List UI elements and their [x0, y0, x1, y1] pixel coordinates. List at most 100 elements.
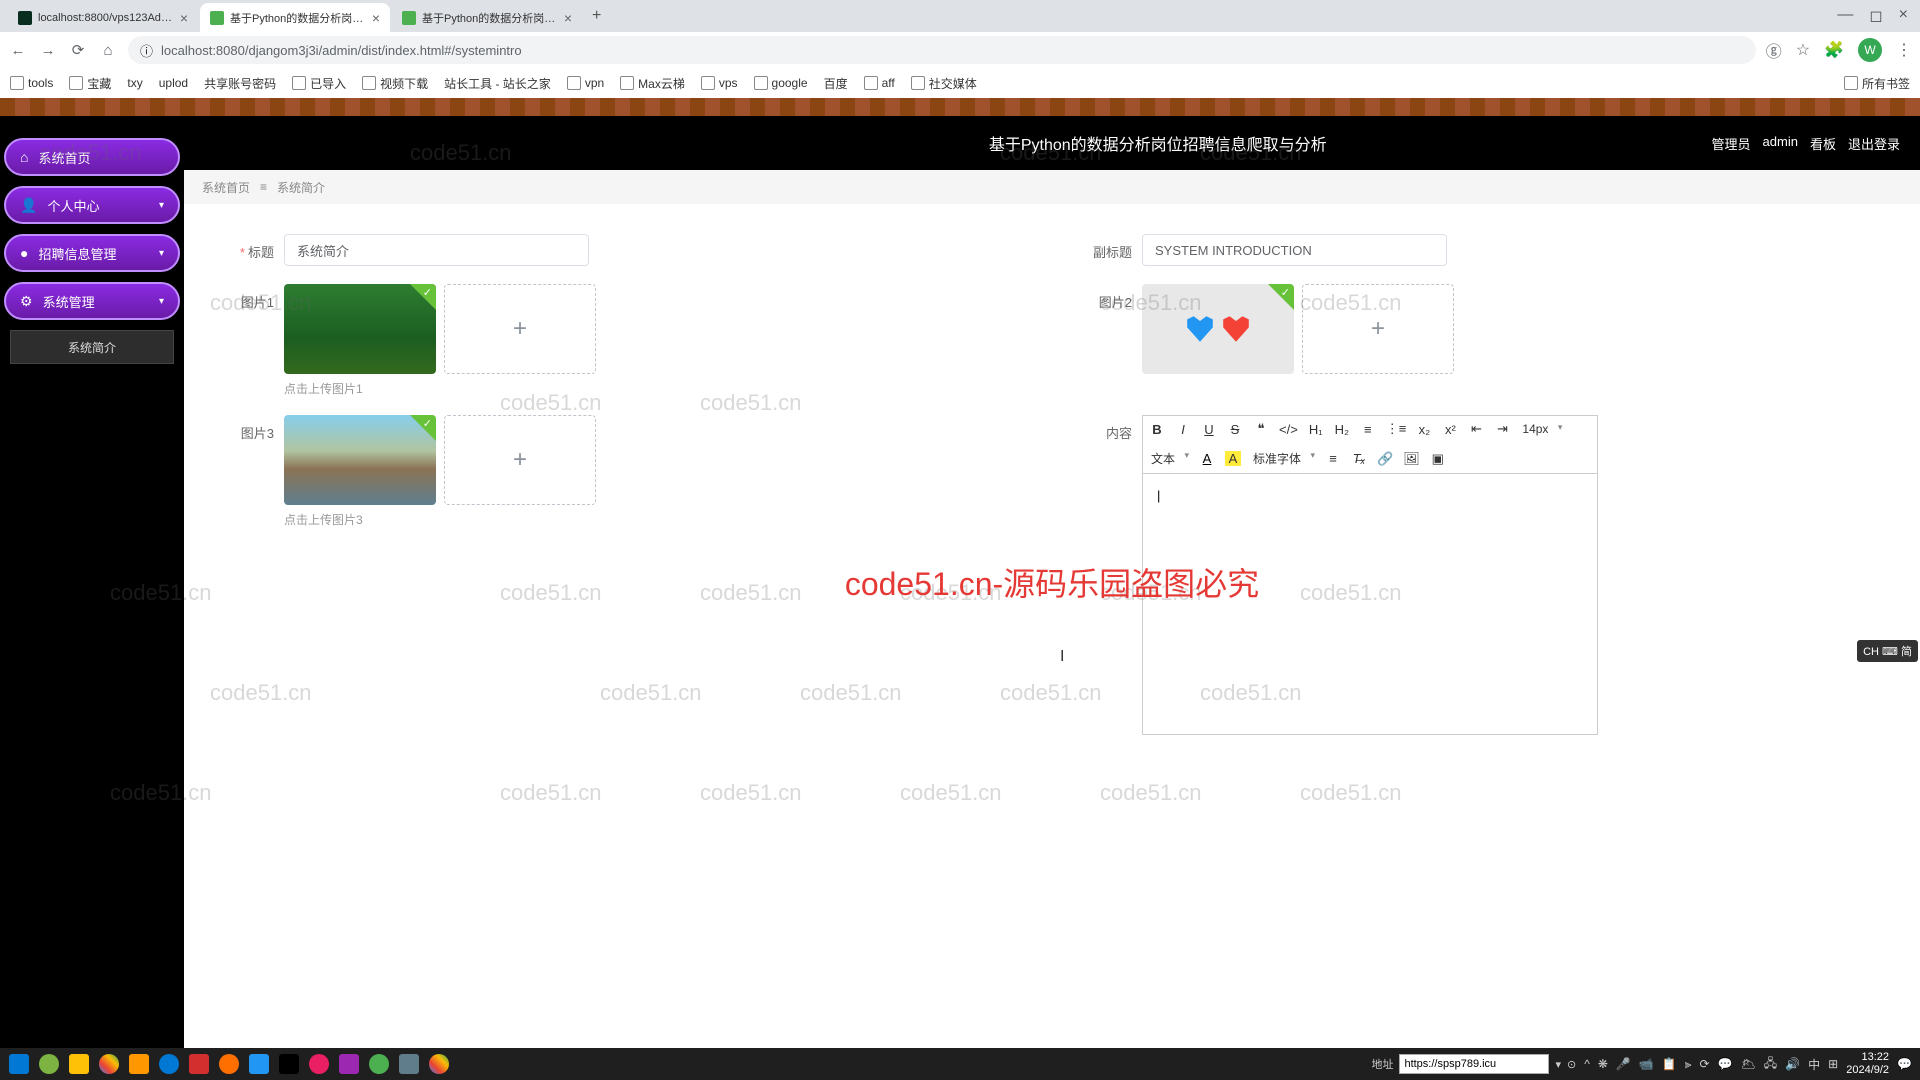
- profile-avatar[interactable]: W: [1858, 38, 1882, 62]
- style-select[interactable]: 文本: [1149, 448, 1189, 469]
- ime-indicator[interactable]: CH ⌨ 简: [1857, 640, 1918, 662]
- sidebar-item-system[interactable]: ⚙ 系统管理 ▾: [4, 282, 180, 320]
- title-input[interactable]: [284, 234, 589, 266]
- fontcolor-button[interactable]: A: [1199, 451, 1215, 466]
- taskbar-app[interactable]: [154, 1050, 184, 1078]
- bookmark-item[interactable]: tools: [10, 76, 53, 90]
- taskbar-app[interactable]: [34, 1050, 64, 1078]
- bookmark-item[interactable]: 共享账号密码: [204, 75, 276, 92]
- indent-button[interactable]: ⇤: [1468, 421, 1484, 437]
- browser-tab-0[interactable]: localhost:8800/vps123Admin ×: [8, 3, 198, 33]
- image1-thumbnail[interactable]: ✓: [284, 284, 436, 374]
- forward-icon[interactable]: →: [38, 42, 58, 59]
- taskbar-app[interactable]: [274, 1050, 304, 1078]
- bookmark-item[interactable]: vpn: [567, 76, 604, 90]
- bookmark-item[interactable]: google: [754, 76, 808, 90]
- taskbar-app[interactable]: [94, 1050, 124, 1078]
- tab-close-icon[interactable]: ×: [372, 10, 380, 26]
- tab-close-icon[interactable]: ×: [180, 10, 188, 26]
- clock[interactable]: 13:22 2024/9/2: [1846, 1051, 1889, 1077]
- link-button[interactable]: 🔗: [1377, 451, 1393, 467]
- network-icon[interactable]: 🖧: [1764, 1054, 1777, 1075]
- sidebar-item-jobs[interactable]: ● 招聘信息管理 ▾: [4, 234, 180, 272]
- bookmark-item[interactable]: Max云梯: [620, 75, 685, 92]
- tray-icon[interactable]: ⊞: [1828, 1057, 1838, 1071]
- video-button[interactable]: ▣: [1430, 451, 1446, 467]
- subscript-button[interactable]: x₂: [1416, 422, 1432, 437]
- sidebar-item-profile[interactable]: 👤 个人中心 ▾: [4, 186, 180, 224]
- tray-icon[interactable]: 📹: [1639, 1057, 1654, 1071]
- image3-upload-button[interactable]: +: [444, 415, 596, 505]
- start-button[interactable]: [4, 1050, 34, 1078]
- fontsize-select[interactable]: 14px: [1520, 420, 1562, 438]
- bookmark-item[interactable]: 宝藏: [69, 75, 111, 92]
- kanban-link[interactable]: 看板: [1810, 134, 1836, 153]
- clear-format-button[interactable]: T̶ₓ: [1351, 451, 1367, 466]
- bookmark-star-icon[interactable]: ☆: [1796, 40, 1810, 60]
- browser-tab-2[interactable]: 基于Python的数据分析岗位招 ×: [392, 3, 582, 33]
- new-tab-button[interactable]: +: [584, 3, 609, 29]
- tray-icon[interactable]: 🌥: [1741, 1057, 1756, 1071]
- taskbar-app[interactable]: [424, 1050, 454, 1078]
- h1-button[interactable]: H₁: [1308, 422, 1324, 437]
- tray-up-icon[interactable]: ^: [1584, 1057, 1590, 1071]
- bookmark-item[interactable]: 视频下载: [362, 75, 428, 92]
- breadcrumb-home[interactable]: 系统首页: [202, 179, 250, 196]
- home-icon[interactable]: ⌂: [98, 42, 118, 59]
- notifications-icon[interactable]: 💬: [1897, 1057, 1912, 1071]
- tray-icon[interactable]: 💬: [1718, 1057, 1733, 1071]
- ul-button[interactable]: ⋮≡: [1386, 421, 1407, 437]
- taskbar-app[interactable]: [304, 1050, 334, 1078]
- bookmark-item[interactable]: vps: [701, 76, 738, 90]
- taskbar-app[interactable]: [394, 1050, 424, 1078]
- underline-button[interactable]: U: [1201, 422, 1217, 437]
- taskbar-app[interactable]: [334, 1050, 364, 1078]
- image2-thumbnail[interactable]: ✓: [1142, 284, 1294, 374]
- reload-icon[interactable]: ⟳: [68, 41, 88, 59]
- superscript-button[interactable]: x²: [1442, 422, 1458, 437]
- taskbar-app[interactable]: [364, 1050, 394, 1078]
- taskbar-app[interactable]: [64, 1050, 94, 1078]
- quote-button[interactable]: ❝: [1253, 421, 1269, 437]
- taskbar-app[interactable]: [214, 1050, 244, 1078]
- image3-thumbnail[interactable]: ✓: [284, 415, 436, 505]
- dropdown-icon[interactable]: ▾: [1555, 1058, 1561, 1071]
- code-button[interactable]: </>: [1279, 422, 1298, 437]
- taskbar-app[interactable]: [184, 1050, 214, 1078]
- taskbar-url-input[interactable]: [1399, 1054, 1549, 1074]
- image-button[interactable]: 🖼: [1403, 451, 1420, 467]
- back-icon[interactable]: ←: [8, 42, 28, 59]
- tray-icon[interactable]: ❋: [1598, 1057, 1608, 1071]
- tray-icon[interactable]: ⫸: [1685, 1057, 1692, 1072]
- subtitle-input[interactable]: [1142, 234, 1447, 266]
- volume-icon[interactable]: 🔊: [1785, 1057, 1800, 1071]
- maximize-icon[interactable]: ◻: [1869, 6, 1882, 26]
- bookmark-item[interactable]: 社交媒体: [911, 75, 977, 92]
- go-icon[interactable]: ⊙: [1567, 1058, 1576, 1071]
- strike-button[interactable]: S: [1227, 422, 1243, 437]
- tray-icon[interactable]: 🎤: [1616, 1057, 1631, 1071]
- taskbar-app[interactable]: [124, 1050, 154, 1078]
- bookmark-overflow[interactable]: 所有书签: [1844, 75, 1910, 92]
- ol-button[interactable]: ≡: [1360, 422, 1376, 437]
- site-info-icon[interactable]: ⓘ: [140, 41, 153, 60]
- bookmark-item[interactable]: uplod: [159, 76, 188, 90]
- minimize-icon[interactable]: —: [1837, 6, 1853, 26]
- highlight-button[interactable]: A: [1225, 451, 1241, 466]
- browser-tab-1[interactable]: 基于Python的数据分析岗位招 ×: [200, 3, 390, 33]
- bookmark-item[interactable]: 百度: [824, 75, 848, 92]
- h2-button[interactable]: H₂: [1334, 422, 1350, 437]
- tray-icon[interactable]: 📋: [1662, 1057, 1677, 1071]
- bookmark-item[interactable]: 已导入: [292, 75, 346, 92]
- translate-icon[interactable]: ⓖ: [1766, 38, 1782, 62]
- bookmark-item[interactable]: aff: [864, 76, 895, 90]
- logout-link[interactable]: 退出登录: [1848, 134, 1900, 153]
- image1-upload-button[interactable]: +: [444, 284, 596, 374]
- ime-icon[interactable]: 中: [1808, 1056, 1820, 1073]
- sidebar-subitem-intro[interactable]: 系统简介: [10, 330, 174, 364]
- extensions-icon[interactable]: 🧩: [1824, 40, 1844, 60]
- tray-icon[interactable]: ⟳: [1700, 1057, 1710, 1071]
- username-link[interactable]: admin: [1763, 134, 1798, 153]
- bold-button[interactable]: B: [1149, 422, 1165, 437]
- italic-button[interactable]: I: [1175, 422, 1191, 437]
